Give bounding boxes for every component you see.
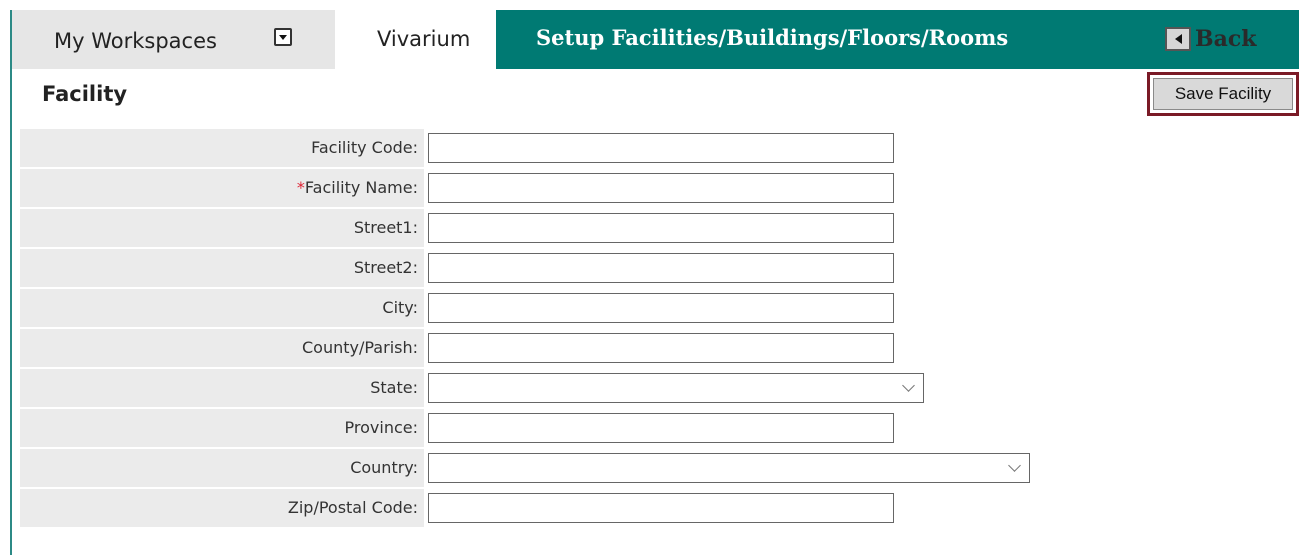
zip-postal-code-input[interactable] [428,493,894,523]
county-parish-input[interactable] [428,333,894,363]
tab-bar: My Workspaces Vivarium Setup Facilities/… [12,10,1299,69]
field-value-cell [424,489,1299,527]
field-label: Street2: [20,249,424,287]
field-value-cell [424,249,1299,287]
form-row-street1: Street1: [20,208,1299,248]
section-title: Facility [42,82,128,106]
field-value-cell [424,449,1299,487]
field-label: Facility Code: [20,129,424,167]
city-input[interactable] [428,293,894,323]
field-label: Zip/Postal Code: [20,489,424,527]
form-row-facility-code: Facility Code: [20,128,1299,168]
country-select[interactable] [428,453,1030,483]
state-select[interactable] [428,373,924,403]
field-value-cell [424,409,1299,447]
tab-setup-facilities[interactable]: Setup Facilities/Buildings/Floors/Rooms [536,25,1008,50]
back-button[interactable]: Back [1165,25,1257,53]
field-label: State: [20,369,424,407]
field-label: County/Parish: [20,329,424,367]
field-value-cell [424,289,1299,327]
field-value-cell [424,169,1299,207]
field-label: Province: [20,409,424,447]
left-border [10,10,12,555]
tab-my-workspaces-label: My Workspaces [54,29,217,53]
form-row-country: Country: [20,448,1299,488]
facility-name-input[interactable] [428,173,894,203]
form-row-zip: Zip/Postal Code: [20,488,1299,528]
form-row-province: Province: [20,408,1299,448]
form-row-facility-name: *Facility Name: [20,168,1299,208]
province-input[interactable] [428,413,894,443]
facility-code-input[interactable] [428,133,894,163]
field-value-cell [424,369,1299,407]
field-label: Country: [20,449,424,487]
chevron-down-icon [902,379,915,392]
back-arrow-icon [1165,27,1191,51]
field-value-cell [424,129,1299,167]
form-row-city: City: [20,288,1299,328]
facility-form: Facility Code: *Facility Name: Street1: … [20,128,1299,528]
form-row-state: State: [20,368,1299,408]
form-row-street2: Street2: [20,248,1299,288]
chevron-down-icon [1008,459,1021,472]
field-label-required: *Facility Name: [20,169,424,207]
street2-input[interactable] [428,253,894,283]
save-facility-button[interactable]: Save Facility [1153,78,1293,110]
required-marker: * [296,178,305,197]
field-value-cell [424,329,1299,367]
back-label: Back [1195,26,1257,52]
tab-vivarium-label: Vivarium [377,27,471,51]
form-row-county: County/Parish: [20,328,1299,368]
field-value-cell [424,209,1299,247]
field-label: City: [20,289,424,327]
save-highlight-frame: Save Facility [1147,72,1299,116]
field-label: Street1: [20,209,424,247]
tab-vivarium[interactable]: Vivarium [335,10,496,69]
dropdown-icon[interactable] [274,28,292,46]
street1-input[interactable] [428,213,894,243]
field-label: Facility Name: [304,178,418,197]
tab-my-workspaces[interactable]: My Workspaces [12,10,335,69]
